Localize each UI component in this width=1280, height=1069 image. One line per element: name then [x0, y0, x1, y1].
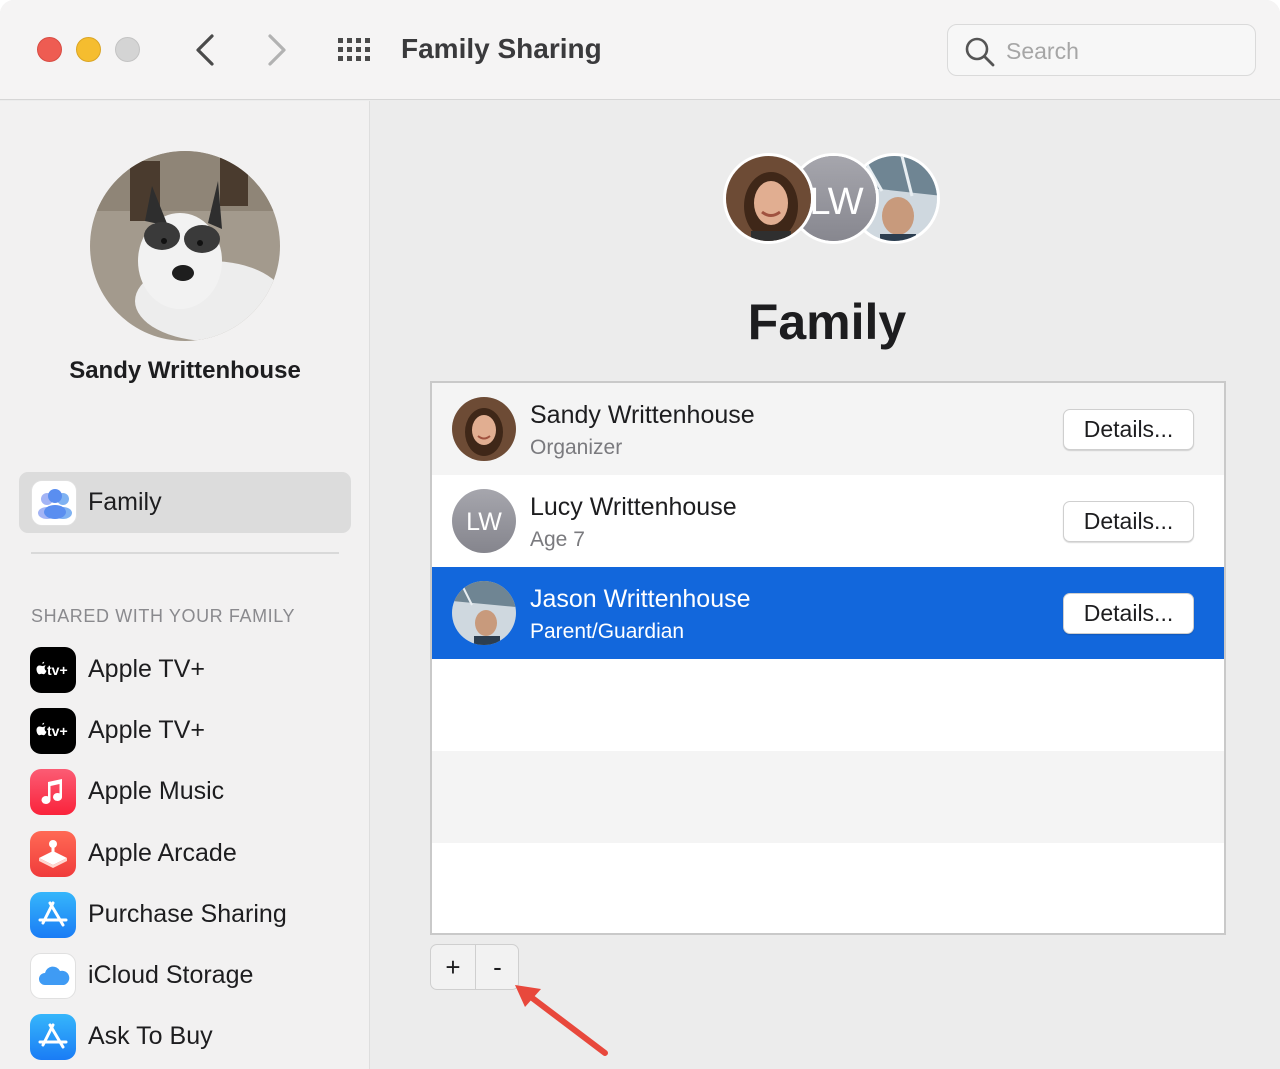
apple-tv-icon-text: tv+ [47, 723, 68, 739]
minimize-window-button[interactable] [76, 37, 101, 62]
empty-row [432, 751, 1224, 843]
member-name: Lucy Writtenhouse [530, 493, 737, 521]
sidebar-item-label: iCloud Storage [88, 961, 254, 989]
system-preferences-window: Family Sharing Search Sandy Writtenhouse… [0, 0, 1280, 1069]
close-window-button[interactable] [37, 37, 62, 62]
family-avatars: LW [723, 153, 940, 248]
family-members-list[interactable]: Sandy Writtenhouse Organizer Details... … [430, 381, 1226, 935]
app-store-icon [30, 892, 76, 938]
main-panel: LW Family Sandy Writtenhouse Organizer D… [371, 101, 1280, 1069]
details-button[interactable]: Details... [1063, 501, 1194, 542]
sidebar-item-label: Apple TV+ [88, 655, 205, 683]
member-initials: LW [466, 508, 502, 536]
apple-music-icon [30, 769, 76, 815]
sidebar-item-label: Ask To Buy [88, 1022, 213, 1050]
user-avatar-photo[interactable] [90, 151, 280, 341]
details-button[interactable]: Details... [1063, 409, 1194, 450]
search-field[interactable] [947, 24, 1256, 76]
avatar-initials: LW [809, 181, 863, 223]
section-header-shared: SHARED WITH YOUR FAMILY [31, 606, 296, 626]
sidebar-item-apple-music[interactable]: Apple Music [30, 769, 360, 817]
add-member-button[interactable]: + [431, 945, 475, 989]
member-row-sandy[interactable]: Sandy Writtenhouse Organizer Details... [432, 383, 1224, 475]
apple-tv-icon-text: tv+ [47, 662, 68, 678]
window-title: Family Sharing [401, 33, 602, 64]
sidebar-item-apple-arcade[interactable]: Apple Arcade [30, 831, 360, 879]
sidebar-item-family[interactable]: Family [19, 472, 351, 533]
sidebar-item-label: Apple Arcade [88, 839, 237, 867]
annotation-arrow-icon [515, 985, 608, 1056]
sidebar-item-apple-tv-plus[interactable]: tv+ Apple TV+ [30, 647, 360, 695]
sidebar: Sandy Writtenhouse Family SHARED WITH YO… [0, 101, 370, 1069]
add-remove-control: + - [430, 944, 519, 990]
member-row-lucy[interactable]: LW Lucy Writtenhouse Age 7 Details... [432, 475, 1224, 567]
search-icon [965, 37, 995, 67]
search-input[interactable] [1006, 33, 1236, 69]
sidebar-item-label: Apple TV+ [88, 716, 205, 744]
member-name: Sandy Writtenhouse [530, 401, 755, 429]
details-button[interactable]: Details... [1063, 593, 1194, 634]
family-icon [31, 480, 77, 526]
member-name: Jason Writtenhouse [530, 585, 751, 613]
apple-tv-icon: tv+ [30, 708, 76, 754]
title-bar: Family Sharing [0, 0, 1280, 100]
avatar-sandy [723, 153, 814, 244]
sidebar-item-purchase-sharing[interactable]: Purchase Sharing [30, 892, 360, 940]
user-name: Sandy Writtenhouse [69, 357, 301, 384]
member-avatar: LW [452, 489, 516, 553]
apple-arcade-icon [30, 831, 76, 877]
sidebar-item-icloud-storage[interactable]: iCloud Storage [30, 953, 360, 1001]
member-row-jason[interactable]: Jason Writtenhouse Parent/Guardian Detai… [432, 567, 1224, 659]
member-role: Age 7 [530, 528, 585, 551]
zoom-window-button[interactable] [115, 37, 140, 62]
sidebar-item-ask-to-buy[interactable]: Ask To Buy [30, 1014, 360, 1062]
apple-tv-icon: tv+ [30, 647, 76, 693]
sidebar-item-label: Purchase Sharing [88, 900, 287, 928]
sidebar-item-label: Apple Music [88, 777, 225, 805]
icloud-icon [30, 953, 76, 999]
back-button[interactable] [186, 30, 226, 70]
sidebar-item-apple-tv-plus[interactable]: tv+ Apple TV+ [30, 708, 360, 756]
forward-button[interactable] [256, 30, 296, 70]
member-avatar [452, 397, 516, 461]
show-all-grid-icon[interactable] [335, 34, 375, 66]
sidebar-item-family-label: Family [88, 488, 162, 516]
member-role: Parent/Guardian [530, 620, 685, 643]
app-store-icon [30, 1014, 76, 1060]
family-heading: Family [747, 294, 907, 350]
sidebar-divider [31, 552, 339, 554]
member-role: Organizer [530, 436, 623, 459]
member-avatar [452, 581, 516, 645]
